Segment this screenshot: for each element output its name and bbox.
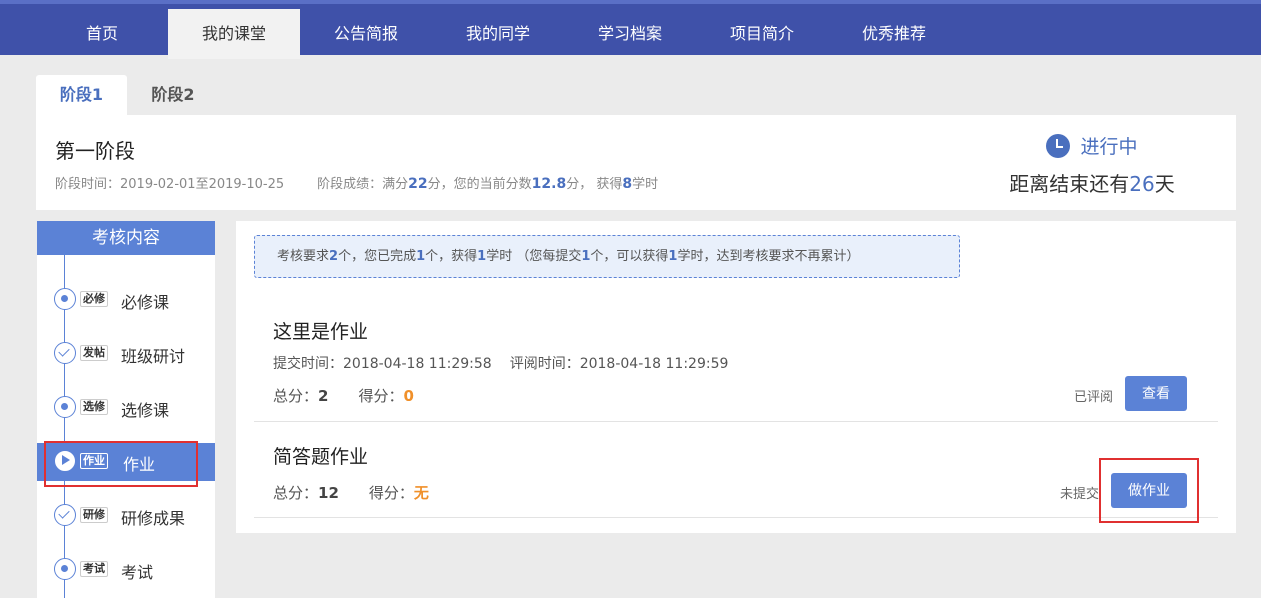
- homework-status: 未提交: [1060, 487, 1100, 502]
- notice-required: 2: [329, 249, 339, 264]
- sidebar-item-required-course[interactable]: 必修 必修课: [37, 281, 215, 319]
- nav-item-recommendations[interactable]: 优秀推荐: [828, 9, 960, 59]
- nav-item-my-classroom[interactable]: 我的课堂: [168, 9, 300, 59]
- total-score: 12: [318, 484, 339, 502]
- notice-text: 考核要求: [277, 249, 330, 264]
- stage-score-prefix: 阶段成绩：满分: [317, 177, 409, 192]
- nav-item-home[interactable]: 首页: [36, 9, 168, 59]
- stage-time-label: 阶段时间：: [55, 177, 121, 192]
- button-highlight-box: [1099, 458, 1199, 523]
- notice-text: 个，可以获得: [590, 249, 669, 264]
- stage-status: 进行中: [1002, 132, 1182, 159]
- sidebar-item-elective-course[interactable]: 选修 选修课: [37, 389, 215, 427]
- nav-item-project-intro[interactable]: 项目简介: [696, 9, 828, 59]
- assessment-sidebar: 考核内容 必修 必修课 发帖 班级研讨 选修 选修课 作业 作业 研修 研修成果…: [37, 221, 215, 598]
- homework-item: 这里是作业 提交时间：2018-04-18 11:29:58 评阅时间：2018-…: [254, 299, 1218, 422]
- review-time-label: 评阅时间：: [509, 356, 580, 372]
- stage-time-value: 2019-02-01至2019-10-25: [120, 177, 285, 192]
- stage-title: 第一阶段: [55, 139, 135, 163]
- countdown: 距离结束还有26天: [1002, 168, 1182, 197]
- submit-time: 2018-04-18 11:29:58: [343, 356, 492, 372]
- nav-item-announcements[interactable]: 公告简报: [300, 9, 432, 59]
- sidebar-badge: 选修: [80, 399, 108, 415]
- dot-icon: [54, 288, 76, 310]
- stage-status-text: 进行中: [1080, 136, 1138, 158]
- stage-status-box: 进行中 距离结束还有26天: [1002, 132, 1182, 197]
- top-nav: 首页 我的课堂 公告简报 我的同学 学习档案 项目简介 优秀推荐: [0, 0, 1261, 59]
- obtained-score: 0: [403, 387, 414, 405]
- sidebar-title: 考核内容: [37, 221, 215, 255]
- countdown-prefix: 距离结束还有: [1009, 172, 1130, 196]
- clock-icon: [1046, 133, 1071, 158]
- sidebar-badge: 发帖: [80, 345, 108, 361]
- score-label: 得分：: [358, 387, 404, 405]
- total-label: 总分：: [273, 387, 319, 405]
- sidebar-item-label: 考试: [121, 563, 154, 582]
- stage-score-mid2: 分， 获得: [566, 177, 623, 192]
- countdown-days: 26: [1129, 172, 1155, 196]
- sidebar-item-label: 选修课: [121, 401, 170, 420]
- homework-title: 这里是作业: [273, 321, 369, 343]
- homework-times: 提交时间：2018-04-18 11:29:58 评阅时间：2018-04-18 …: [273, 353, 728, 373]
- notice-gained: 1: [477, 249, 487, 264]
- check-icon: [54, 342, 76, 364]
- notice-text: 学时，达到考核要求不再累计）: [677, 249, 860, 264]
- score-label: 得分：: [368, 484, 414, 502]
- sidebar-item-label: 班级研讨: [121, 347, 186, 366]
- nav-item-learning-records[interactable]: 学习档案: [564, 9, 696, 59]
- stage-full-score: 22: [408, 176, 428, 192]
- stage-hours: 8: [622, 176, 633, 192]
- sidebar-badge: 研修: [80, 507, 108, 523]
- homework-score: 总分：12 得分：无: [273, 482, 429, 503]
- notice-text: 个，获得: [425, 249, 478, 264]
- stage-score-suffix: 学时: [632, 177, 659, 192]
- notice-completed: 1: [416, 249, 426, 264]
- view-button[interactable]: 查看: [1125, 376, 1187, 411]
- total-label: 总分：: [273, 484, 319, 502]
- homework-title: 简答题作业: [273, 446, 369, 468]
- homework-status: 已评阅: [1074, 390, 1114, 405]
- sidebar-item-exam[interactable]: 考试 考试: [37, 551, 215, 589]
- countdown-suffix: 天: [1154, 172, 1175, 196]
- submit-time-label: 提交时间：: [273, 356, 343, 372]
- homework-score: 总分：2 得分：0: [273, 385, 414, 406]
- sidebar-item-label: 必修课: [121, 293, 170, 312]
- total-score: 2: [318, 387, 329, 405]
- dot-icon: [54, 558, 76, 580]
- tab-stage-2[interactable]: 阶段2: [127, 75, 219, 115]
- sidebar-item-label: 研修成果: [121, 509, 186, 528]
- stage-score-mid: 分，您的当前分数: [427, 177, 532, 192]
- nav-item-classmates[interactable]: 我的同学: [432, 9, 564, 59]
- homework-content: 考核要求2个，您已完成1个，获得1学时 （您每提交1个，可以获得1学时，达到考核…: [236, 221, 1236, 533]
- dot-icon: [54, 396, 76, 418]
- requirement-notice: 考核要求2个，您已完成1个，获得1学时 （您每提交1个，可以获得1学时，达到考核…: [254, 235, 960, 278]
- homework-item: 简答题作业 总分：12 得分：无 未提交 做作业: [254, 422, 1218, 518]
- tab-stage-1[interactable]: 阶段1: [36, 75, 127, 115]
- check-icon: [54, 504, 76, 526]
- sidebar-item-research-results[interactable]: 研修 研修成果: [37, 497, 215, 535]
- sidebar-badge: 必修: [80, 291, 108, 307]
- review-time: 2018-04-18 11:29:59: [579, 356, 729, 372]
- stage-current-score: 12.8: [531, 176, 567, 192]
- obtained-score: 无: [413, 484, 429, 502]
- notice-text: 学时 （您每提交: [486, 249, 582, 264]
- sidebar-item-class-discussion[interactable]: 发帖 班级研讨: [37, 335, 215, 373]
- stage-meta: 阶段时间：2019-02-01至2019-10-25 阶段成绩：满分22分，您的当…: [55, 173, 658, 192]
- sidebar-highlight-box: [44, 441, 198, 487]
- notice-text: 个，您已完成: [338, 249, 417, 264]
- stage-info-panel: 第一阶段 阶段时间：2019-02-01至2019-10-25 阶段成绩：满分22…: [36, 115, 1236, 210]
- sidebar-badge: 考试: [80, 561, 108, 577]
